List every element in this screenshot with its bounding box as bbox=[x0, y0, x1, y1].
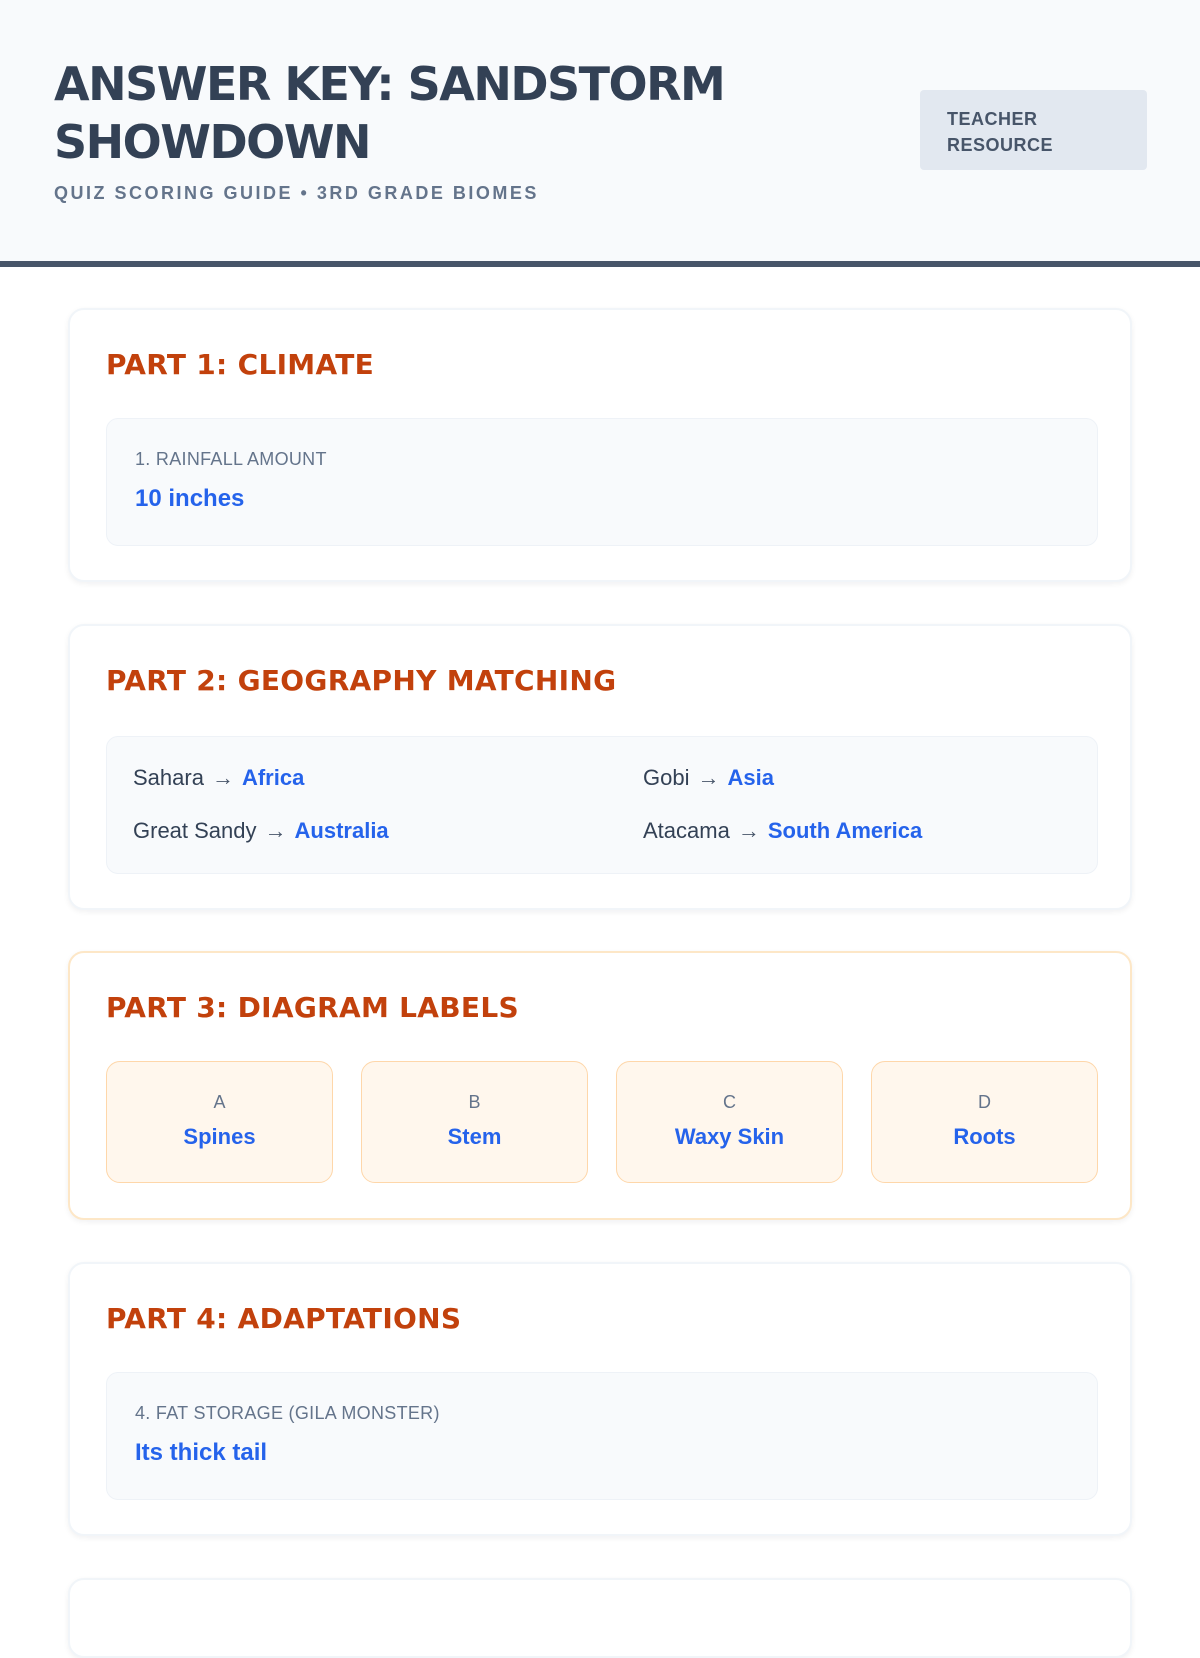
match-answer: Asia bbox=[727, 765, 774, 790]
label-answer: Stem bbox=[447, 1124, 502, 1149]
arrow-icon: → bbox=[697, 765, 720, 790]
diagram-label-d: D Roots bbox=[871, 1061, 1098, 1183]
teacher-resource-badge: TEACHER RESOURCE bbox=[920, 90, 1147, 170]
match-item: Sahara → Africa bbox=[133, 765, 304, 791]
match-desert: Great Sandy bbox=[133, 818, 257, 843]
page-title: ANSWER KEY: SANDSTORM SHOWDOWN bbox=[54, 57, 726, 169]
part-1-title: PART 1: CLIMATE bbox=[106, 348, 375, 381]
label-letter: A bbox=[213, 1092, 226, 1112]
page-header: ANSWER KEY: SANDSTORM SHOWDOWN QUIZ SCOR… bbox=[0, 0, 1200, 267]
question-4-label: 4. FAT STORAGE (GILA MONSTER) bbox=[135, 1403, 440, 1423]
page-subtitle: QUIZ SCORING GUIDE • 3RD GRADE BIOMES bbox=[54, 183, 539, 203]
part-4-title: PART 4: ADAPTATIONS bbox=[106, 1302, 462, 1335]
part-2-card: PART 2: GEOGRAPHY MATCHING Sahara → Africa… bbox=[68, 624, 1132, 910]
part-5-card bbox=[68, 1578, 1132, 1658]
label-answer: Roots bbox=[953, 1124, 1016, 1149]
part-2-title: PART 2: GEOGRAPHY MATCHING bbox=[106, 664, 617, 697]
arrow-icon: → bbox=[211, 765, 234, 790]
part-3-card: PART 3: DIAGRAM LABELS A Spines B Stem C… bbox=[68, 951, 1132, 1220]
question-4-box: 4. FAT STORAGE (GILA MONSTER) Its thick … bbox=[106, 1372, 1098, 1500]
label-letter: B bbox=[468, 1092, 481, 1112]
arrow-icon: → bbox=[264, 818, 287, 843]
match-answer: Africa bbox=[241, 765, 305, 790]
part-3-title: PART 3: DIAGRAM LABELS bbox=[106, 991, 519, 1024]
match-desert: Atacama bbox=[643, 818, 730, 843]
diagram-label-c: C Waxy Skin bbox=[616, 1061, 843, 1183]
part-1-card: PART 1: CLIMATE 1. RAINFALL AMOUNT 10 in… bbox=[68, 308, 1132, 582]
diagram-label-a: A Spines bbox=[106, 1061, 333, 1183]
label-letter: D bbox=[978, 1092, 991, 1112]
match-desert: Sahara bbox=[133, 765, 204, 790]
match-item: Great Sandy → Australia bbox=[133, 818, 389, 844]
match-desert: Gobi bbox=[643, 765, 690, 790]
match-answer: South America bbox=[767, 818, 923, 843]
label-answer: Waxy Skin bbox=[674, 1124, 785, 1149]
match-item: Gobi → Asia bbox=[643, 765, 774, 791]
match-item: Atacama → South America bbox=[643, 818, 922, 844]
part-4-card: PART 4: ADAPTATIONS 4. FAT STORAGE (GILA… bbox=[68, 1262, 1132, 1536]
label-answer: Spines bbox=[183, 1124, 256, 1149]
question-1-box: 1. RAINFALL AMOUNT 10 inches bbox=[106, 418, 1098, 546]
question-4-answer: Its thick tail bbox=[135, 1439, 268, 1466]
matching-box: Sahara → Africa Gobi → Asia Great Sandy → Aust… bbox=[106, 736, 1098, 874]
label-letter: C bbox=[723, 1092, 736, 1112]
arrow-icon: → bbox=[737, 818, 760, 843]
question-1-label: 1. RAINFALL AMOUNT bbox=[135, 449, 327, 469]
question-1-answer: 10 inches bbox=[135, 485, 245, 512]
match-answer: Australia bbox=[294, 818, 389, 843]
diagram-label-b: B Stem bbox=[361, 1061, 588, 1183]
